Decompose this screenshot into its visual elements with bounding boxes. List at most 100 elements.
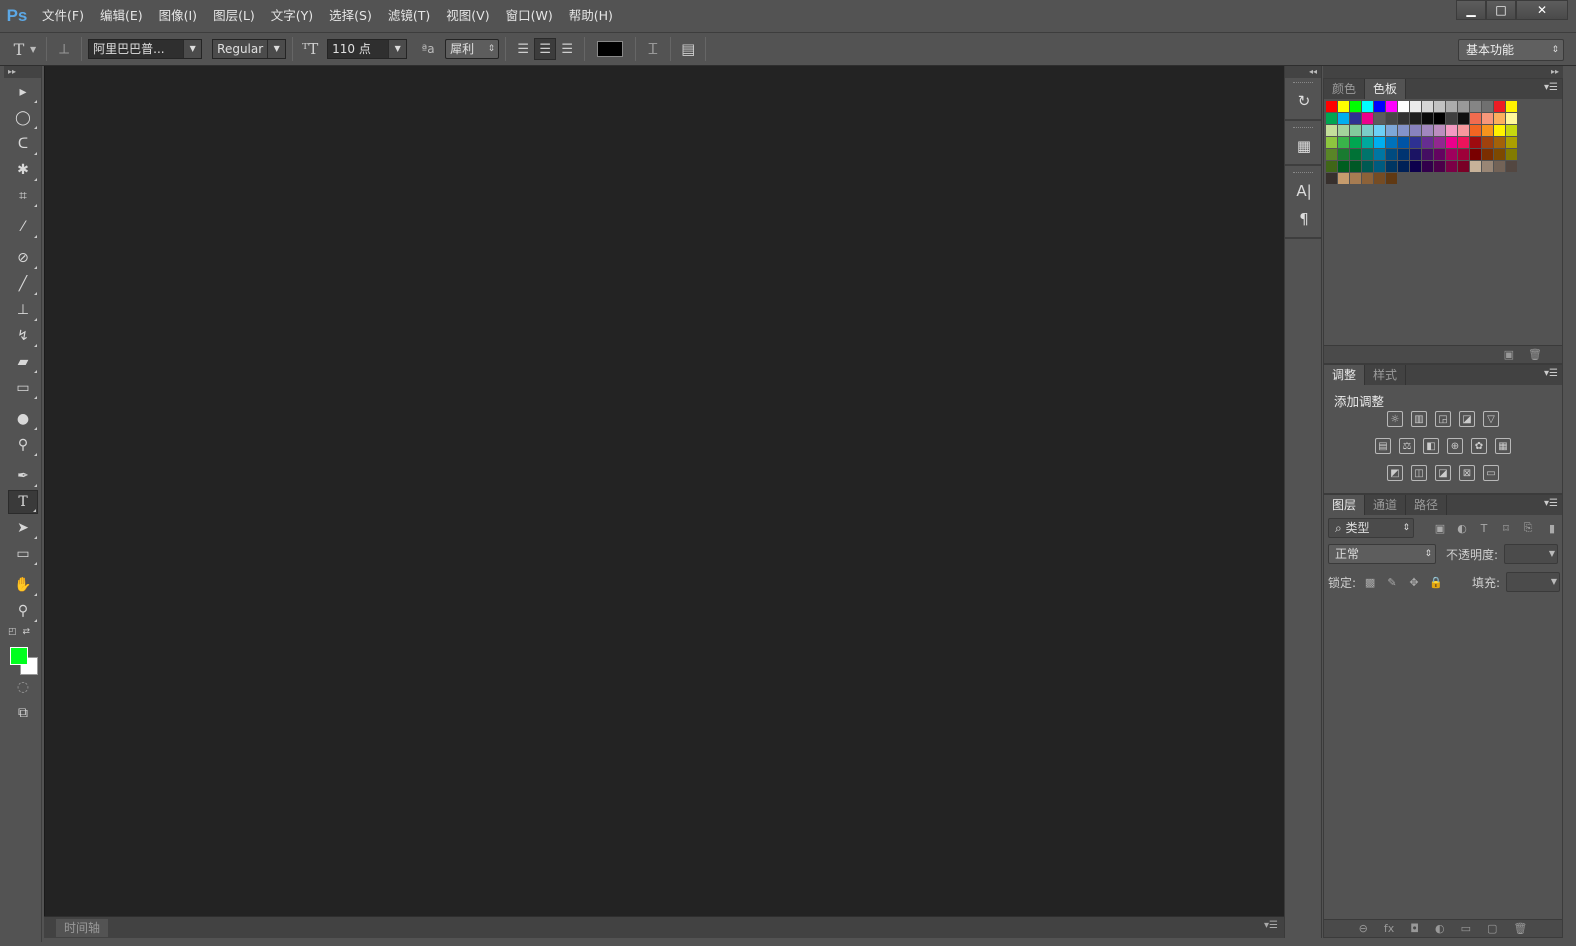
swatch[interactable]	[1446, 161, 1458, 173]
magic-wand-tool-icon[interactable]: ✱	[8, 158, 38, 182]
swatch[interactable]	[1362, 149, 1374, 161]
swatch[interactable]	[1362, 161, 1374, 173]
swatch[interactable]	[1422, 137, 1434, 149]
swatch[interactable]	[1434, 113, 1446, 125]
swatch[interactable]	[1374, 149, 1386, 161]
filter-type-icon[interactable]: T	[1476, 522, 1492, 535]
font-family-select[interactable]: 阿里巴巴普... ▼	[88, 39, 203, 59]
toggle-text-orientation-icon[interactable]: ⟂	[53, 38, 75, 60]
character-panel-icon[interactable]: A|	[1289, 179, 1319, 203]
swatch[interactable]	[1398, 113, 1410, 125]
swatch[interactable]	[1326, 149, 1338, 161]
swatch[interactable]	[1446, 113, 1458, 125]
lock-all-icon[interactable]: 🔒	[1428, 576, 1444, 589]
swatch[interactable]	[1410, 125, 1422, 137]
tab-swatches[interactable]: 色板	[1365, 79, 1407, 99]
tab-layers[interactable]: 图层	[1324, 495, 1366, 515]
swatch[interactable]	[1410, 113, 1422, 125]
layers-list[interactable]	[1324, 595, 1562, 917]
swatch[interactable]	[1458, 137, 1470, 149]
swatch[interactable]	[1494, 113, 1506, 125]
swatch[interactable]	[1446, 137, 1458, 149]
swatch[interactable]	[1350, 149, 1362, 161]
filter-pixel-icon[interactable]: ▣	[1432, 522, 1448, 535]
timeline-tab[interactable]: 时间轴	[56, 919, 109, 937]
adjustment-icon[interactable]: ▽	[1483, 411, 1499, 427]
swatch[interactable]	[1350, 125, 1362, 137]
swatch[interactable]	[1506, 113, 1518, 125]
swatch[interactable]	[1338, 161, 1350, 173]
swatch[interactable]	[1410, 101, 1422, 113]
swatch[interactable]	[1374, 161, 1386, 173]
menu-select[interactable]: 选择(S)	[321, 0, 380, 32]
panel-menu-icon[interactable]: ▾☰	[1544, 82, 1558, 93]
swatch[interactable]	[1398, 137, 1410, 149]
tab-color[interactable]: 颜色	[1324, 79, 1366, 99]
adjustment-icon[interactable]: ◫	[1411, 465, 1427, 481]
swatch[interactable]	[1422, 101, 1434, 113]
panel-menu-icon[interactable]: ▾☰	[1544, 498, 1558, 509]
crop-tool-icon[interactable]: ⌗	[8, 184, 38, 208]
character-panel-toggle-icon[interactable]: ▤	[677, 38, 699, 60]
swatch[interactable]	[1506, 161, 1518, 173]
adjustment-icon[interactable]: ⚖	[1399, 438, 1415, 454]
rectangle-tool-icon[interactable]: ▭	[8, 542, 38, 566]
expand-panels-icon[interactable]: ▸▸	[1323, 66, 1563, 78]
swatch[interactable]	[1326, 101, 1338, 113]
swatch[interactable]	[1410, 161, 1422, 173]
new-layer-icon[interactable]: ▢	[1487, 922, 1497, 935]
swatch[interactable]	[1398, 149, 1410, 161]
fill-input[interactable]: ▼	[1506, 572, 1560, 592]
swatch[interactable]	[1458, 149, 1470, 161]
minimize-button[interactable]: ▁	[1456, 0, 1486, 20]
preset-chevron-icon[interactable]: ▼	[30, 45, 36, 54]
healing-brush-tool-icon[interactable]: ⊘	[8, 246, 38, 270]
swatch[interactable]	[1362, 113, 1374, 125]
history-panel-icon[interactable]: ↻	[1289, 89, 1319, 113]
swatch[interactable]	[1350, 161, 1362, 173]
swatch[interactable]	[1374, 101, 1386, 113]
swatch[interactable]	[1410, 137, 1422, 149]
swatch[interactable]	[1350, 113, 1362, 125]
font-style-select[interactable]: Regular ▼	[212, 39, 287, 59]
swatch[interactable]	[1326, 173, 1338, 185]
swap-colors-icon[interactable]: ⇄	[23, 627, 31, 637]
swatch[interactable]	[1422, 125, 1434, 137]
swatch[interactable]	[1386, 101, 1398, 113]
swatch[interactable]	[1362, 173, 1374, 185]
menu-help[interactable]: 帮助(H)	[561, 0, 621, 32]
zoom-tool-icon[interactable]: ⚲	[8, 599, 38, 623]
swatch[interactable]	[1326, 113, 1338, 125]
adjustment-icon[interactable]: ◧	[1423, 438, 1439, 454]
adjustment-icon[interactable]: ◲	[1435, 411, 1451, 427]
swatch[interactable]	[1470, 161, 1482, 173]
swatch[interactable]	[1422, 113, 1434, 125]
eraser-tool-icon[interactable]: ▰	[8, 350, 38, 374]
swatch[interactable]	[1458, 161, 1470, 173]
close-button[interactable]: ✕	[1516, 0, 1568, 20]
swatch[interactable]	[1482, 137, 1494, 149]
delete-swatch-icon[interactable]: 🗑	[1528, 348, 1542, 361]
foreground-color-swatch[interactable]	[10, 647, 28, 665]
add-mask-icon[interactable]: ◘	[1410, 922, 1419, 935]
adjustment-icon[interactable]: ⊕	[1447, 438, 1463, 454]
menu-window[interactable]: 窗口(W)	[498, 0, 561, 32]
swatch[interactable]	[1398, 101, 1410, 113]
filter-toggle-icon[interactable]: ▮	[1544, 522, 1560, 535]
swatch[interactable]	[1494, 149, 1506, 161]
dock-grip[interactable]	[1293, 82, 1313, 85]
swatch[interactable]	[1326, 125, 1338, 137]
move-tool-icon[interactable]: ▸	[8, 80, 38, 104]
paragraph-panel-icon[interactable]: ¶	[1289, 207, 1319, 231]
new-adjustment-icon[interactable]: ◐	[1435, 922, 1445, 935]
filter-shape-icon[interactable]: ⌑	[1498, 522, 1514, 535]
adjustment-icon[interactable]: ▤	[1375, 438, 1391, 454]
swatch[interactable]	[1482, 161, 1494, 173]
align-center-icon[interactable]: ☰	[534, 38, 557, 60]
swatch[interactable]	[1374, 173, 1386, 185]
history-brush-tool-icon[interactable]: ↯	[8, 324, 38, 348]
filter-adjustment-icon[interactable]: ◐	[1454, 522, 1470, 535]
delete-layer-icon[interactable]: 🗑	[1513, 922, 1527, 935]
align-left-icon[interactable]: ☰	[512, 38, 534, 60]
lock-image-icon[interactable]: ✎	[1384, 576, 1400, 589]
